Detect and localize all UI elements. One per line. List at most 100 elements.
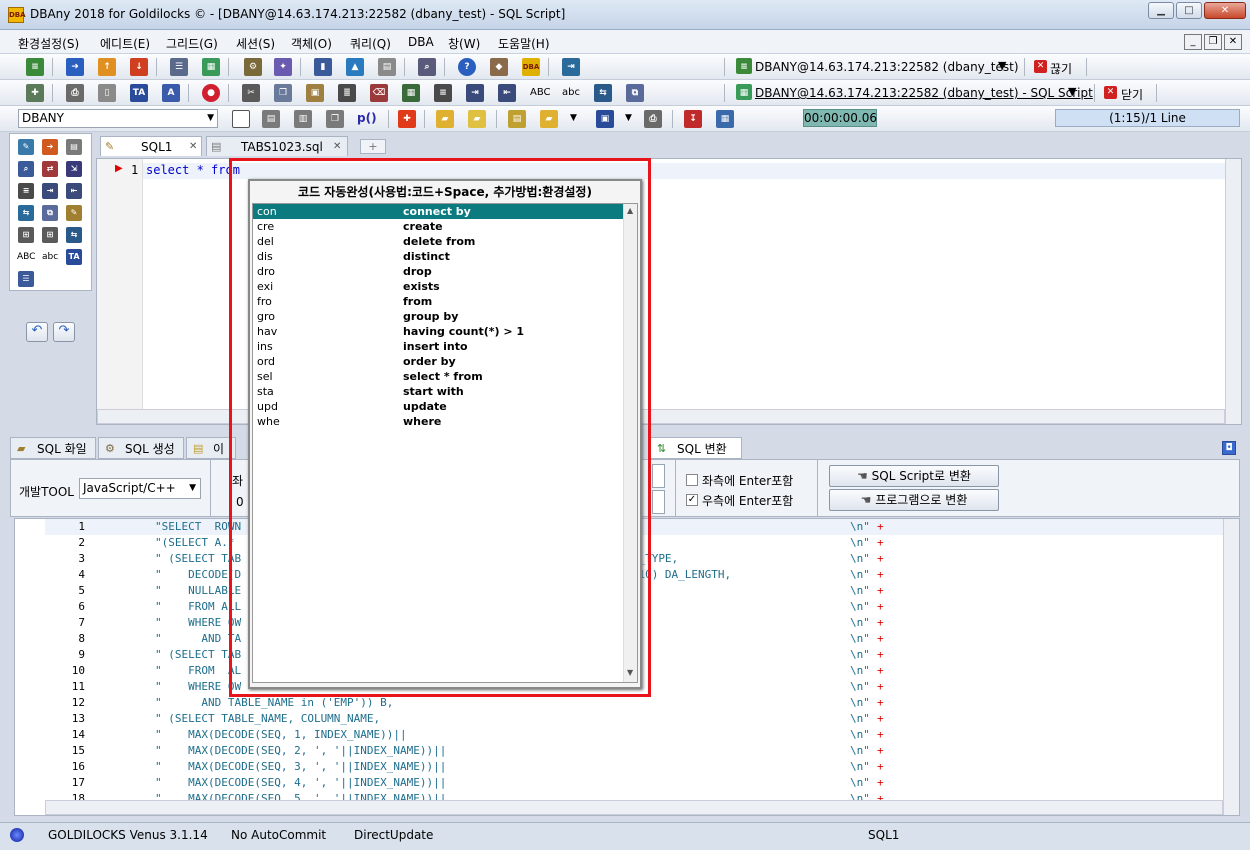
cut-icon[interactable]: ✂: [242, 84, 260, 102]
maximize-button[interactable]: □: [1176, 2, 1202, 19]
lines-icon[interactable]: ≡: [434, 84, 452, 102]
list-icon[interactable]: ☰: [18, 271, 34, 287]
lowercase-button[interactable]: abc: [562, 87, 580, 98]
copy-icon[interactable]: ❐: [274, 84, 292, 102]
connection-label[interactable]: DBANY@14.63.174.213:22582 (dbany_test): [755, 60, 1019, 74]
chevron-down-icon[interactable]: ▼: [625, 113, 632, 123]
save-page-icon[interactable]: ▤: [262, 110, 280, 128]
autocomplete-item[interactable]: sta start with: [253, 384, 623, 399]
add-red-icon[interactable]: ✚: [398, 110, 416, 128]
autocomplete-popup[interactable]: 코드 자동완성(사용법:코드+Space, 추가방법:환경설정) con conn…: [248, 179, 642, 689]
font-icon[interactable]: TA: [130, 84, 148, 102]
autocomplete-list[interactable]: con connect by cre create del delete from dis d…: [252, 203, 638, 683]
help-icon[interactable]: ?: [458, 58, 476, 76]
clear-icon[interactable]: ⌫: [370, 84, 388, 102]
format-icon[interactable]: ▦: [402, 84, 420, 102]
autocomplete-item[interactable]: whe where: [253, 414, 623, 429]
close-icon[interactable]: ✕: [333, 137, 341, 157]
autocomplete-item[interactable]: con connect by: [253, 204, 623, 219]
left-input[interactable]: [652, 464, 665, 488]
list-icon[interactable]: ☰: [170, 58, 188, 76]
print-icon[interactable]: ⎙: [66, 84, 84, 102]
replace-icon[interactable]: ⇄: [42, 161, 58, 177]
menu-query[interactable]: 쿼리(Q): [350, 35, 391, 52]
minimize-button[interactable]: ▁: [1148, 2, 1174, 19]
lowercase-button[interactable]: abc: [42, 252, 58, 262]
run-icon[interactable]: ➔: [42, 139, 58, 155]
autocomplete-item[interactable]: sel select * from: [253, 369, 623, 384]
autocomplete-item[interactable]: fro from: [253, 294, 623, 309]
chevron-down-icon[interactable]: ▼: [570, 113, 577, 123]
autocomplete-item[interactable]: dis distinct: [253, 249, 623, 264]
tab-sql-generate[interactable]: ⚙ SQL 생성: [98, 437, 184, 459]
tools-icon[interactable]: ⚙: [244, 58, 262, 76]
dev-tool-select[interactable]: JavaScript/C++ ▼: [79, 478, 201, 499]
autocomplete-item[interactable]: ins insert into: [253, 339, 623, 354]
paste-icon[interactable]: ▣: [306, 84, 324, 102]
duplicate-icon[interactable]: ❐: [326, 110, 344, 128]
tab-sql-convert[interactable]: ⇅ SQL 변환: [650, 437, 742, 459]
new-tab-icon[interactable]: +: [360, 139, 386, 154]
menu-edit[interactable]: 에디트(E): [100, 35, 150, 52]
autocomplete-item[interactable]: gro group by: [253, 309, 623, 324]
right-enter-checkbox[interactable]: ✓: [686, 494, 698, 506]
uppercase-button[interactable]: ABC: [17, 252, 35, 262]
indent-icon[interactable]: ⇥: [466, 84, 484, 102]
folder-add-icon[interactable]: ▰: [436, 110, 454, 128]
mdi-restore-button[interactable]: ❐: [1204, 34, 1222, 50]
print-preview-icon[interactable]: ⎙: [644, 110, 662, 128]
undo-icon[interactable]: ↶: [26, 322, 48, 342]
cube-icon[interactable]: ◆: [490, 58, 508, 76]
document-icon[interactable]: ▤: [378, 58, 396, 76]
menu-session[interactable]: 세션(S): [236, 35, 275, 52]
folder-icon[interactable]: ▰: [468, 110, 486, 128]
row-icon[interactable]: ⊞: [42, 227, 58, 243]
swap-icon[interactable]: ⇆: [66, 227, 82, 243]
autocomplete-item[interactable]: del delete from: [253, 234, 623, 249]
code-vertical-scrollbar[interactable]: [1223, 519, 1239, 815]
comment-icon[interactable]: ⇆: [594, 84, 612, 102]
exit-icon[interactable]: ⇥: [562, 58, 580, 76]
find-icon[interactable]: ⌕: [18, 161, 34, 177]
procedure-button[interactable]: p(): [357, 111, 377, 125]
chart-icon[interactable]: ▮: [314, 58, 332, 76]
code-horizontal-scrollbar[interactable]: [45, 800, 1223, 815]
close-window-button[interactable]: ✕: [1204, 2, 1246, 19]
redo-icon[interactable]: ↷: [53, 322, 75, 342]
menu-grid[interactable]: 그리드(G): [166, 35, 218, 52]
align-left-icon[interactable]: ≡: [18, 183, 34, 199]
autocomplete-scrollbar[interactable]: ▲ ▼: [623, 204, 637, 682]
indent-icon[interactable]: ⇥: [42, 183, 58, 199]
script-window-label[interactable]: DBANY@14.63.174.213:22582 (dbany_test) -…: [755, 86, 1093, 100]
align-icon[interactable]: ≣: [338, 84, 356, 102]
tab-sql1[interactable]: ✎ SQL1 ✕: [100, 136, 202, 156]
compare-icon[interactable]: ⧉: [626, 84, 644, 102]
download-icon[interactable]: ↓: [130, 58, 148, 76]
convert-to-sql-button[interactable]: ☚ SQL Script로 변환: [829, 465, 999, 487]
menu-window[interactable]: 창(W): [448, 35, 480, 52]
dba-icon[interactable]: DBA: [522, 58, 540, 76]
table-icon[interactable]: ▦: [202, 58, 220, 76]
menu-settings[interactable]: 환경설정(S): [18, 35, 79, 52]
mdi-close-button[interactable]: ✕: [1224, 34, 1242, 50]
outdent-icon[interactable]: ⇤: [66, 183, 82, 199]
autocomplete-item[interactable]: cre create: [253, 219, 623, 234]
chevron-down-icon[interactable]: ▼: [1068, 85, 1076, 98]
edit-icon[interactable]: ✎: [18, 139, 34, 155]
goto-icon[interactable]: ⇲: [66, 161, 82, 177]
menu-object[interactable]: 객체(O): [291, 35, 332, 52]
outdent-icon[interactable]: ⇤: [498, 84, 516, 102]
page-icon[interactable]: ▤: [66, 139, 82, 155]
left-enter-checkbox[interactable]: [686, 474, 698, 486]
upload-icon[interactable]: ↑: [98, 58, 116, 76]
tab-tabs1023[interactable]: ▤ TABS1023.sql ✕: [206, 136, 348, 156]
note-icon[interactable]: ▤: [508, 110, 526, 128]
tab-sql-file[interactable]: ▰ SQL 화일: [10, 437, 96, 459]
disconnect-icon[interactable]: ✕: [1034, 60, 1047, 73]
search-icon[interactable]: ⌕: [418, 58, 436, 76]
disconnect-button[interactable]: 끊기: [1050, 60, 1072, 77]
pin-icon[interactable]: ◘: [1222, 441, 1236, 455]
menu-dba[interactable]: DBA: [408, 35, 434, 49]
save-icon[interactable]: ▣: [596, 110, 614, 128]
checkbox-icon[interactable]: [232, 110, 250, 128]
